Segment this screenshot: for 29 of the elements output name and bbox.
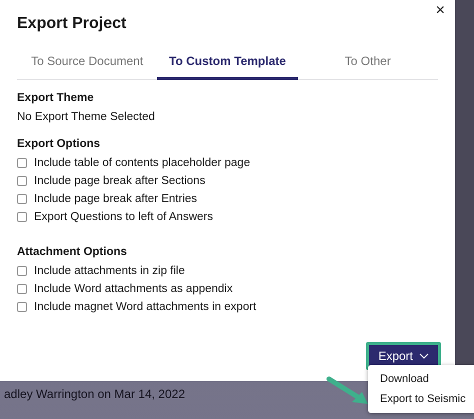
option-label: Include table of contents placeholder page — [34, 157, 250, 169]
section-heading: Export Options — [17, 138, 102, 152]
tab[interactable]: To Custom Template — [157, 47, 298, 80]
checkbox[interactable] — [17, 302, 27, 312]
close-button[interactable]: × — [432, 2, 449, 20]
option-label: Export Questions to left of Answers — [34, 211, 213, 223]
option-label: Include page break after Entries — [34, 193, 198, 205]
option-label: Include page break after Sections — [34, 175, 206, 187]
section-heading: Export Theme — [17, 92, 95, 106]
section-heading: Attachment Options — [17, 246, 128, 260]
option-label: Include magnet Word attachments in export — [34, 301, 256, 313]
background-caption: adley Warrington on Mar 14, 2022 — [4, 387, 185, 401]
checkbox[interactable] — [17, 212, 27, 222]
option-label: Include attachments in zip file — [34, 265, 185, 277]
tab[interactable]: To Source Document — [17, 47, 158, 80]
checkbox[interactable] — [17, 284, 27, 294]
theme-value: No Export Theme Selected — [17, 110, 156, 125]
option-label: Include Word attachments as appendix — [34, 283, 233, 295]
tab[interactable]: To Other — [298, 47, 438, 80]
checkbox[interactable] — [17, 158, 27, 168]
menu-item[interactable]: Export to Seismic — [368, 389, 474, 409]
checkbox[interactable] — [17, 266, 27, 276]
caret-icon — [419, 353, 429, 359]
checkbox[interactable] — [17, 176, 27, 186]
pointer-arrow — [326, 376, 370, 406]
menu-item[interactable]: Download — [368, 369, 474, 389]
export-button[interactable]: Export — [369, 345, 438, 367]
checkbox[interactable] — [17, 194, 27, 204]
dialog-title: Export Project — [17, 15, 128, 33]
